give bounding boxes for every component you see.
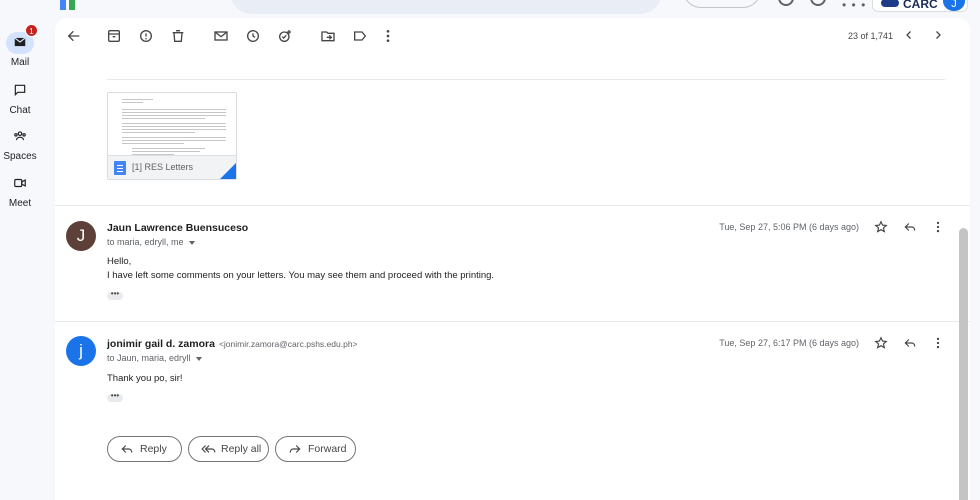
rail-item-chat[interactable]: Chat bbox=[0, 80, 40, 116]
label-icon[interactable] bbox=[352, 28, 368, 44]
pagination-count: 23 of 1,741 bbox=[848, 31, 894, 41]
support-icon[interactable] bbox=[778, 0, 794, 6]
reply-icon[interactable] bbox=[903, 336, 917, 350]
rail-item-meet[interactable]: Meet bbox=[0, 173, 40, 209]
attachment-preview bbox=[122, 99, 226, 157]
message-more-icon[interactable] bbox=[931, 336, 945, 350]
star-icon[interactable] bbox=[874, 220, 888, 234]
rail-label-chat: Chat bbox=[9, 105, 31, 116]
chat-icon bbox=[6, 80, 34, 102]
message-body-line: I have left some comments on your letter… bbox=[107, 270, 495, 281]
sender-name-text: Jaun Lawrence Buensuceso bbox=[107, 222, 249, 234]
message-date: Tue, Sep 27, 6:17 PM (6 days ago) bbox=[719, 338, 859, 348]
sender-name-text: jonimir gail d. zamora bbox=[107, 338, 215, 350]
message-separator bbox=[55, 321, 970, 322]
scrollbar[interactable] bbox=[959, 228, 968, 500]
message-panel: 23 of 1,741 [1] RES Letters J Jaun Lawre… bbox=[55, 18, 970, 500]
account-avatar[interactable]: J bbox=[943, 0, 965, 11]
reply-icon[interactable] bbox=[903, 220, 917, 234]
rail-label-mail: Mail bbox=[10, 57, 30, 68]
older-chevron-icon[interactable] bbox=[932, 29, 944, 41]
divider bbox=[107, 79, 945, 80]
message-body-line: Thank you po, sir! bbox=[107, 373, 183, 384]
snooze-icon[interactable] bbox=[245, 28, 261, 44]
sender-name[interactable]: Jaun Lawrence Buensuceso bbox=[107, 222, 248, 234]
add-task-icon[interactable] bbox=[277, 28, 293, 44]
attachment-card[interactable]: [1] RES Letters bbox=[107, 92, 237, 180]
search-options-icon[interactable] bbox=[632, 0, 646, 1]
rail-label-spaces: Spaces bbox=[3, 151, 37, 162]
recipients-chevron-icon[interactable] bbox=[195, 356, 202, 361]
attachment-name: [1] RES Letters bbox=[132, 162, 194, 172]
newer-chevron-icon[interactable] bbox=[903, 29, 915, 41]
star-icon[interactable] bbox=[874, 336, 888, 350]
mark-unread-icon[interactable] bbox=[213, 28, 229, 44]
status-button[interactable] bbox=[683, 0, 761, 8]
reply-button-label: Reply bbox=[140, 443, 167, 455]
message-body-line: Hello, bbox=[107, 256, 132, 267]
message-toolbar: 23 of 1,741 bbox=[55, 18, 970, 54]
reply-arrow-icon bbox=[121, 445, 133, 453]
spaces-icon bbox=[6, 126, 34, 148]
rail-item-spaces[interactable]: Spaces bbox=[0, 126, 40, 162]
delete-icon[interactable] bbox=[170, 28, 186, 44]
rail-label-meet: Meet bbox=[8, 198, 32, 209]
reply-all-button-label: Reply all bbox=[221, 443, 262, 455]
forward-arrow-icon bbox=[289, 445, 301, 453]
sender-name[interactable]: jonimir gail d. zamora <jonimir.zamora@ca… bbox=[107, 338, 358, 350]
search-bar[interactable] bbox=[230, 0, 662, 14]
message-separator bbox=[55, 205, 970, 206]
top-bar: • • • CARC J bbox=[0, 0, 980, 18]
recipients-chevron-icon[interactable] bbox=[188, 240, 195, 245]
back-arrow-icon[interactable] bbox=[66, 28, 82, 44]
gmail-logo[interactable] bbox=[60, 0, 83, 15]
google-docs-icon bbox=[114, 161, 126, 175]
left-rail: 1 Mail Chat Spaces Meet bbox=[0, 18, 44, 500]
settings-icon[interactable] bbox=[810, 0, 826, 6]
sender-avatar[interactable]: J bbox=[66, 221, 96, 251]
reply-button[interactable]: Reply bbox=[107, 436, 182, 462]
mail-icon: 1 bbox=[6, 24, 38, 54]
more-vert-icon[interactable] bbox=[380, 28, 396, 44]
reply-all-arrow-icon bbox=[201, 445, 216, 453]
recipients-text: to Jaun, maria, edryll bbox=[107, 353, 191, 363]
recipients[interactable]: to maria, edryll, me bbox=[107, 237, 195, 247]
archive-icon[interactable] bbox=[106, 28, 122, 44]
forward-button[interactable]: Forward bbox=[275, 436, 356, 462]
recipients[interactable]: to Jaun, maria, edryll bbox=[107, 353, 202, 363]
org-logo-icon bbox=[881, 0, 899, 7]
unread-badge: 1 bbox=[25, 24, 38, 37]
reply-all-button[interactable]: Reply all bbox=[188, 436, 269, 462]
org-name: CARC bbox=[903, 0, 938, 11]
attachment-footer: [1] RES Letters bbox=[108, 155, 236, 179]
sender-avatar[interactable]: j bbox=[66, 336, 96, 366]
sender-email: <jonimir.zamora@carc.pshs.edu.ph> bbox=[218, 339, 358, 349]
message-date: Tue, Sep 27, 5:06 PM (6 days ago) bbox=[719, 222, 859, 232]
rail-item-mail[interactable]: 1 Mail bbox=[0, 24, 40, 68]
show-trimmed-content-button[interactable]: ••• bbox=[107, 290, 123, 300]
account-chip[interactable]: CARC J bbox=[872, 0, 968, 12]
forward-button-label: Forward bbox=[308, 443, 347, 455]
message-more-icon[interactable] bbox=[931, 220, 945, 234]
recipients-text: to maria, edryll, me bbox=[107, 237, 184, 247]
show-trimmed-content-button[interactable]: ••• bbox=[107, 392, 123, 402]
report-spam-icon[interactable] bbox=[138, 28, 154, 44]
move-to-icon[interactable] bbox=[320, 28, 336, 44]
attachment-fold-icon bbox=[220, 163, 236, 179]
apps-icon[interactable]: • • • bbox=[842, 0, 866, 12]
video-icon bbox=[6, 173, 34, 195]
